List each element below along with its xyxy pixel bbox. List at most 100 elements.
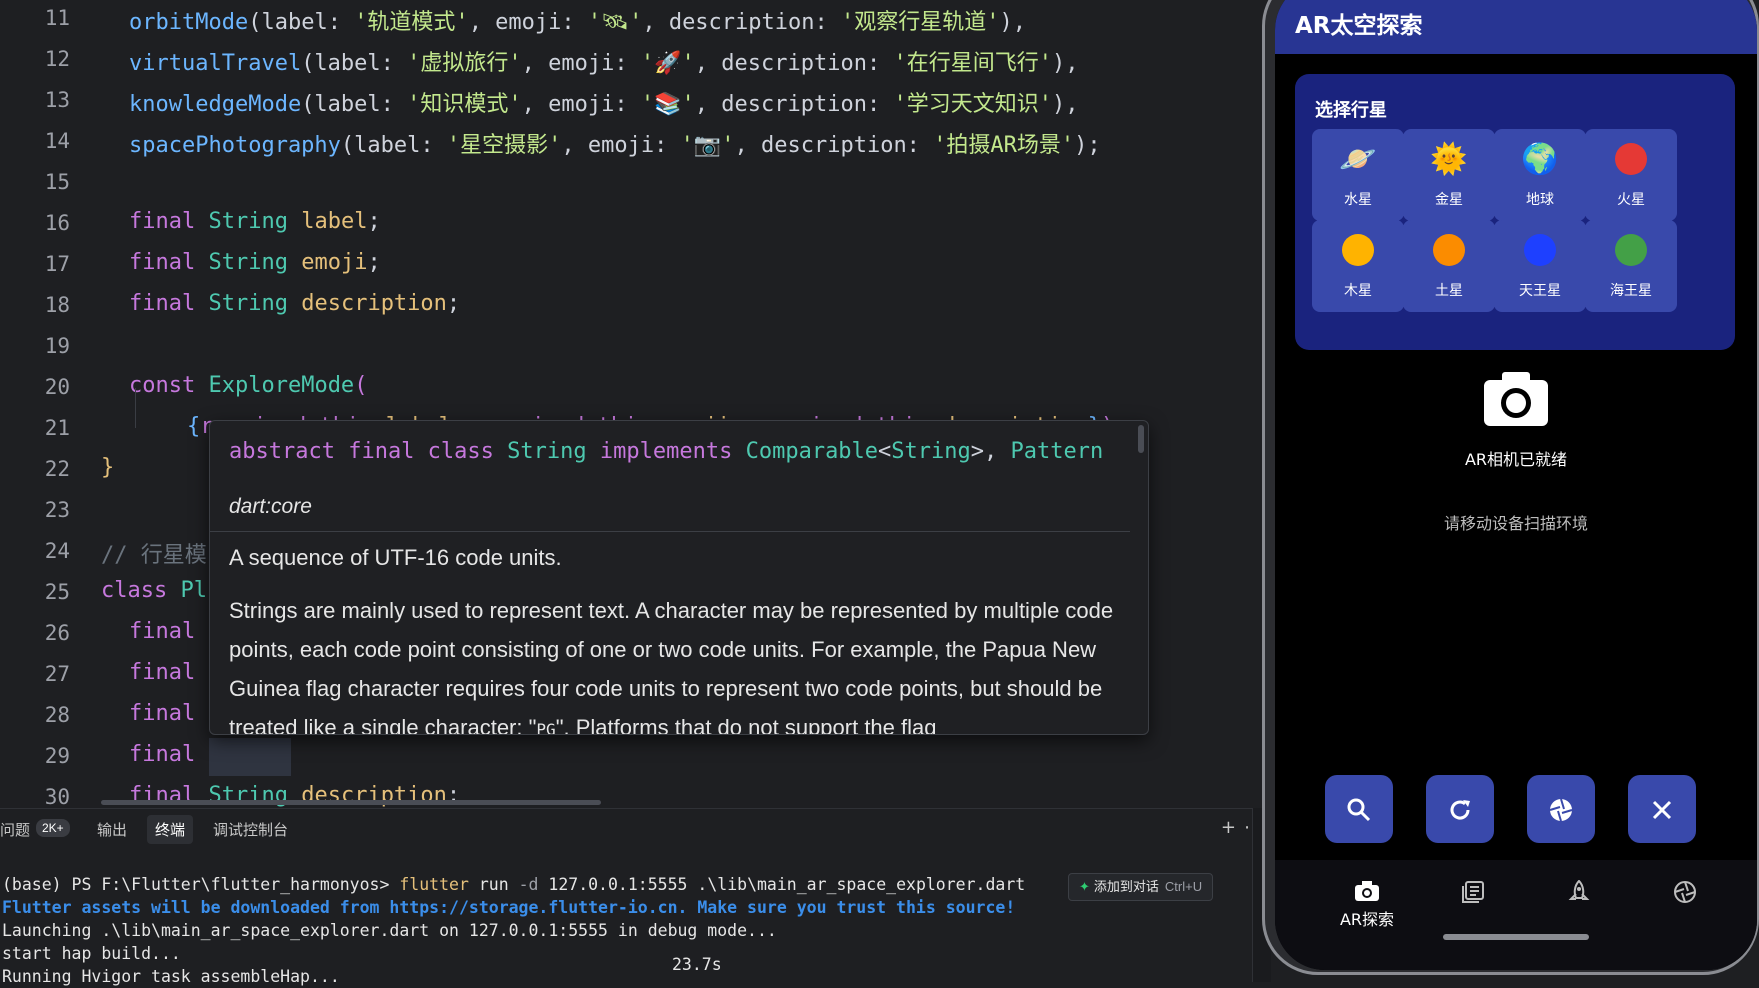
type-name: String [208, 291, 288, 316]
doc-summary: A sequence of UTF-16 code units. [229, 545, 562, 570]
tab-debug-console[interactable]: 调试控制台 [213, 819, 288, 840]
code-line[interactable]: final [129, 701, 195, 726]
code-line[interactable]: final [129, 742, 195, 767]
type-name: String [507, 439, 587, 464]
planet-section-title: 选择行星 [1315, 100, 1387, 121]
string-literal: '知识模式' [407, 92, 522, 117]
close-button[interactable] [1628, 775, 1696, 843]
line-number: 28 [44, 703, 70, 727]
code-token: ), [999, 10, 1027, 35]
home-indicator[interactable] [1443, 934, 1589, 940]
planet-label: 水星 [1344, 192, 1372, 208]
add-to-chat-button[interactable]: ✦ 添加到对话 Ctrl+U [1068, 873, 1214, 901]
line-number: 11 [44, 6, 70, 30]
capture-button[interactable] [1527, 775, 1595, 843]
type-name: String [891, 439, 971, 464]
nav-library[interactable] [1433, 880, 1513, 904]
code-line[interactable]: spacePhotography(label: '星空摄影', emoji: '… [129, 127, 1101, 159]
code-token: ( [354, 373, 368, 398]
string-literal: '星空摄影' [446, 133, 562, 158]
identifier: emoji [301, 250, 368, 275]
nav-camera-aperture[interactable] [1645, 880, 1725, 904]
line-number: 30 [44, 785, 70, 808]
planet-label: 金星 [1435, 192, 1463, 208]
line-number: 13 [44, 88, 70, 112]
popup-scrollbar[interactable] [1138, 425, 1144, 453]
planet-tile-mercury[interactable]: 🪐 水星 [1312, 129, 1404, 221]
code-line[interactable]: knowledgeMode(label: '知识模式', emoji: '📚',… [129, 86, 1078, 118]
code-line[interactable]: orbitMode(label: '轨道模式', emoji: '🛰', des… [129, 4, 1026, 36]
line-number: 18 [44, 293, 70, 317]
code-line[interactable]: final String label; [129, 209, 381, 234]
code-line[interactable]: final String emoji; [129, 250, 381, 275]
code-token: , emoji: [521, 51, 641, 76]
horizontal-scrollbar[interactable] [101, 800, 601, 805]
code-token: } [101, 455, 115, 480]
nav-ar-explore[interactable]: AR探索 [1327, 880, 1407, 930]
tab-problems[interactable]: 问题 [0, 819, 30, 840]
line-number: 24 [44, 539, 70, 563]
tab-output[interactable]: 输出 [97, 819, 127, 840]
code-line[interactable]: final [129, 619, 195, 644]
planet-tile-jupiter[interactable]: 木星 [1312, 220, 1404, 312]
code-token: , emoji: [521, 92, 641, 117]
planet-tile-venus[interactable]: 🌞 金星 [1403, 129, 1495, 221]
code-line[interactable]: // 行星模 [101, 537, 207, 569]
line-number: 29 [44, 744, 70, 768]
class-signature: abstract final class String implements C… [229, 439, 1103, 464]
enum-value: spacePhotography [129, 133, 341, 158]
code-line[interactable]: final String description; [129, 291, 460, 316]
type-name: String [208, 250, 288, 275]
phone-screen[interactable]: AR太空探索 选择行星 🪐 水星 🌞 金星 🌍 地球 火星 木星 土星 天王星 … [1275, 0, 1757, 970]
code-line[interactable]: final [129, 660, 195, 685]
code-token: (label: [340, 133, 447, 158]
refresh-button[interactable] [1426, 775, 1494, 843]
planet-label: 木星 [1344, 283, 1372, 299]
terminal-command: flutter [399, 875, 469, 894]
nav-rocket[interactable] [1539, 880, 1619, 904]
code-token: ), [1051, 51, 1079, 76]
keyword: final [129, 742, 196, 767]
code-line[interactable]: virtualTravel(label: '虚拟旅行', emoji: '🚀',… [129, 45, 1078, 77]
string-literal: '观察行星轨道' [841, 10, 1000, 35]
code-token: , description: [694, 51, 894, 76]
line-number: 27 [44, 662, 70, 686]
line-number: 17 [44, 252, 70, 276]
planet-tile-earth[interactable]: 🌍 地球 [1494, 129, 1586, 221]
orange-circle-icon [1403, 234, 1495, 274]
new-terminal-icon[interactable]: + [1221, 817, 1236, 838]
aperture-icon [1549, 798, 1573, 821]
bottom-panel: 问题 2K+ 输出 终端 调试控制台 + ⋯ (base) PS F:\Flut… [0, 808, 1270, 986]
identifier: description [301, 291, 447, 316]
code-line[interactable]: const ExploreMode( [129, 373, 367, 398]
terminal-output[interactable]: (base) PS F:\Flutter\flutter_harmonyos> … [2, 873, 1025, 988]
terminal-text: Launching .\lib\main_ar_space_explorer.d… [2, 921, 777, 940]
planet-tile-uranus[interactable]: 天王星 [1494, 220, 1586, 312]
line-number: 21 [44, 416, 70, 440]
string-literal: '拍摄AR场景' [933, 133, 1075, 158]
line-number: 26 [44, 621, 70, 645]
camera-icon [1355, 881, 1379, 901]
code-line[interactable]: class Pl [101, 578, 207, 603]
tab-terminal[interactable]: 终端 [147, 815, 194, 844]
string-literal: '🛰' [587, 10, 643, 35]
terminal-info-line: Flutter assets will be downloaded from h… [2, 898, 1016, 917]
planet-tile-saturn[interactable]: 土星 [1403, 220, 1495, 312]
search-icon [1347, 798, 1371, 821]
flag-glyph: PG [536, 720, 556, 735]
app-bar: AR太空探索 [1275, 0, 1757, 54]
identifier: label [301, 209, 368, 234]
search-button[interactable] [1325, 775, 1393, 843]
code-token: ), [1051, 92, 1079, 117]
planet-label: 火星 [1617, 192, 1645, 208]
planet-tile-neptune[interactable]: 海王星 [1585, 220, 1677, 312]
keyword: final [129, 291, 196, 316]
hover-documentation-popup[interactable]: abstract final class String implements C… [209, 420, 1149, 735]
code-line[interactable]: } [101, 455, 114, 480]
string-literal: '轨道模式' [354, 10, 469, 35]
enum-value: knowledgeMode [129, 92, 302, 117]
doc-detail: Strings are mainly used to represent tex… [229, 591, 1129, 735]
planet-tile-mars[interactable]: 火星 [1585, 129, 1677, 221]
globe-icon: 🌍 [1521, 142, 1559, 177]
code-token: , description: [694, 92, 894, 117]
